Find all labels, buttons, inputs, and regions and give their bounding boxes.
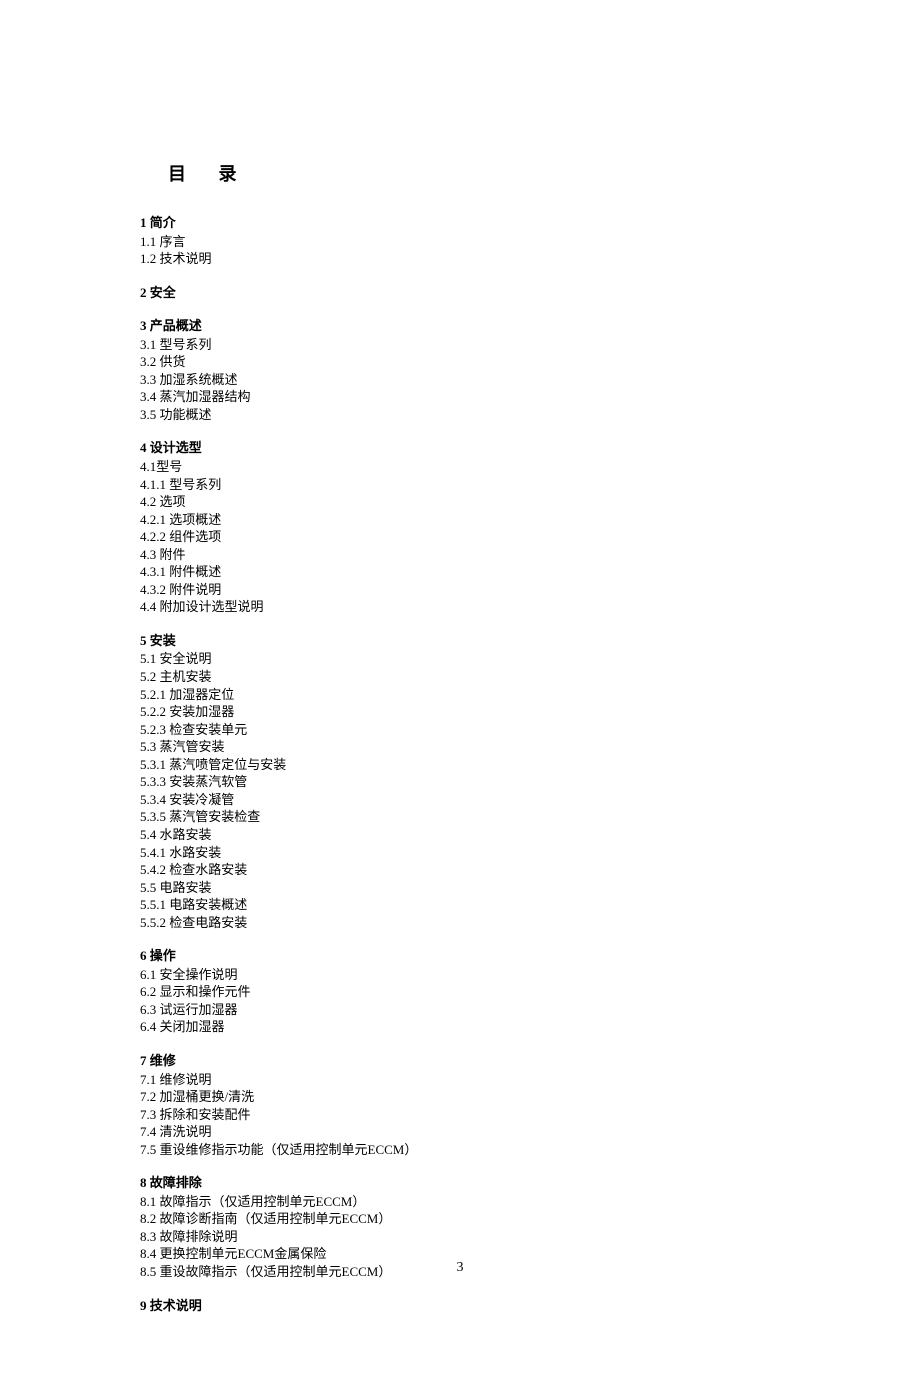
toc-title: 目 录 xyxy=(168,160,780,186)
toc-entry: 6.1 安全操作说明 xyxy=(140,966,780,984)
toc-sections: 1 简介1.1 序言1.2 技术说明 2 安全 3 产品概述3.1 型号系列3.2 … xyxy=(140,214,780,1314)
toc-section-heading: 9 技术说明 xyxy=(140,1297,780,1315)
page-number: 3 xyxy=(0,1260,920,1276)
toc-entry: 3.4 蒸汽加湿器结构 xyxy=(140,388,780,406)
toc-entry: 5.4.1 水路安装 xyxy=(140,844,780,862)
toc-entry: 4.2.1 选项概述 xyxy=(140,511,780,529)
toc-entry: 5.3.1 蒸汽喷管定位与安装 xyxy=(140,756,780,774)
toc-entry: 3.5 功能概述 xyxy=(140,406,780,424)
toc-section: 4 设计选型4.1型号4.1.1 型号系列4.2 选项4.2.1 选项概述4.2… xyxy=(140,439,780,615)
toc-entry: 4.1.1 型号系列 xyxy=(140,476,780,494)
toc-section: 5 安装5.1 安全说明5.2 主机安装5.2.1 加湿器定位5.2.2 安装加… xyxy=(140,632,780,931)
toc-entry: 8.3 故障排除说明 xyxy=(140,1228,780,1246)
toc-section: 7 维修7.1 维修说明7.2 加湿桶更换/清洗7.3 拆除和安装配件7.4 清… xyxy=(140,1052,780,1158)
toc-entry: 5.5 电路安装 xyxy=(140,879,780,897)
toc-section-heading: 3 产品概述 xyxy=(140,317,780,335)
toc-entry: 7.4 清洗说明 xyxy=(140,1123,780,1141)
toc-entry: 5.2.2 安装加湿器 xyxy=(140,703,780,721)
toc-entry: 7.2 加湿桶更换/清洗 xyxy=(140,1088,780,1106)
toc-entry: 6.2 显示和操作元件 xyxy=(140,983,780,1001)
toc-section: 6 操作6.1 安全操作说明6.2 显示和操作元件6.3 试运行加湿器6.4 关… xyxy=(140,947,780,1036)
toc-entry: 5.3.5 蒸汽管安装检查 xyxy=(140,808,780,826)
toc-entry: 5.4 水路安装 xyxy=(140,826,780,844)
toc-entry: 4.3.1 附件概述 xyxy=(140,563,780,581)
toc-section-heading: 6 操作 xyxy=(140,947,780,965)
toc-entry: 5.3.3 安装蒸汽软管 xyxy=(140,773,780,791)
toc-entry: 4.4 附加设计选型说明 xyxy=(140,598,780,616)
toc-entry: 5.2.1 加湿器定位 xyxy=(140,686,780,704)
toc-entry: 5.5.1 电路安装概述 xyxy=(140,896,780,914)
toc-entry: 6.3 试运行加湿器 xyxy=(140,1001,780,1019)
toc-entry: 5.3.4 安装冷凝管 xyxy=(140,791,780,809)
toc-entry: 7.5 重设维修指示功能（仅适用控制单元ECCM） xyxy=(140,1141,780,1159)
toc-section-heading: 8 故障排除 xyxy=(140,1174,780,1192)
toc-section: 3 产品概述3.1 型号系列3.2 供货3.3 加湿系统概述3.4 蒸汽加湿器结… xyxy=(140,317,780,423)
toc-entry: 1.2 技术说明 xyxy=(140,250,780,268)
toc-entry: 5.3 蒸汽管安装 xyxy=(140,738,780,756)
toc-section-heading: 2 安全 xyxy=(140,284,780,302)
toc-entry: 8.1 故障指示（仅适用控制单元ECCM） xyxy=(140,1193,780,1211)
document-page: 目 录 1 简介1.1 序言1.2 技术说明 2 安全 3 产品概述3.1 型号系列… xyxy=(0,0,920,1390)
toc-entry: 5.2.3 检查安装单元 xyxy=(140,721,780,739)
toc-section: 9 技术说明 xyxy=(140,1297,780,1315)
toc-entry: 7.1 维修说明 xyxy=(140,1071,780,1089)
toc-entry: 7.3 拆除和安装配件 xyxy=(140,1106,780,1124)
toc-entry: 4.2.2 组件选项 xyxy=(140,528,780,546)
toc-entry: 5.5.2 检查电路安装 xyxy=(140,914,780,932)
toc-section-heading: 5 安装 xyxy=(140,632,780,650)
toc-entry: 4.3.2 附件说明 xyxy=(140,581,780,599)
toc-section-heading: 1 简介 xyxy=(140,214,780,232)
toc-section: 1 简介1.1 序言1.2 技术说明 xyxy=(140,214,780,268)
toc-section: 2 安全 xyxy=(140,284,780,302)
toc-entry: 5.1 安全说明 xyxy=(140,650,780,668)
toc-entry: 3.2 供货 xyxy=(140,353,780,371)
toc-section-heading: 4 设计选型 xyxy=(140,439,780,457)
toc-entry: 3.3 加湿系统概述 xyxy=(140,371,780,389)
toc-entry: 4.2 选项 xyxy=(140,493,780,511)
toc-entry: 6.4 关闭加湿器 xyxy=(140,1018,780,1036)
toc-entry: 1.1 序言 xyxy=(140,233,780,251)
toc-entry: 5.4.2 检查水路安装 xyxy=(140,861,780,879)
toc-entry: 8.2 故障诊断指南（仅适用控制单元ECCM） xyxy=(140,1210,780,1228)
toc-entry: 5.2 主机安装 xyxy=(140,668,780,686)
toc-entry: 4.3 附件 xyxy=(140,546,780,564)
toc-entry: 4.1型号 xyxy=(140,458,780,476)
toc-section-heading: 7 维修 xyxy=(140,1052,780,1070)
toc-entry: 3.1 型号系列 xyxy=(140,336,780,354)
